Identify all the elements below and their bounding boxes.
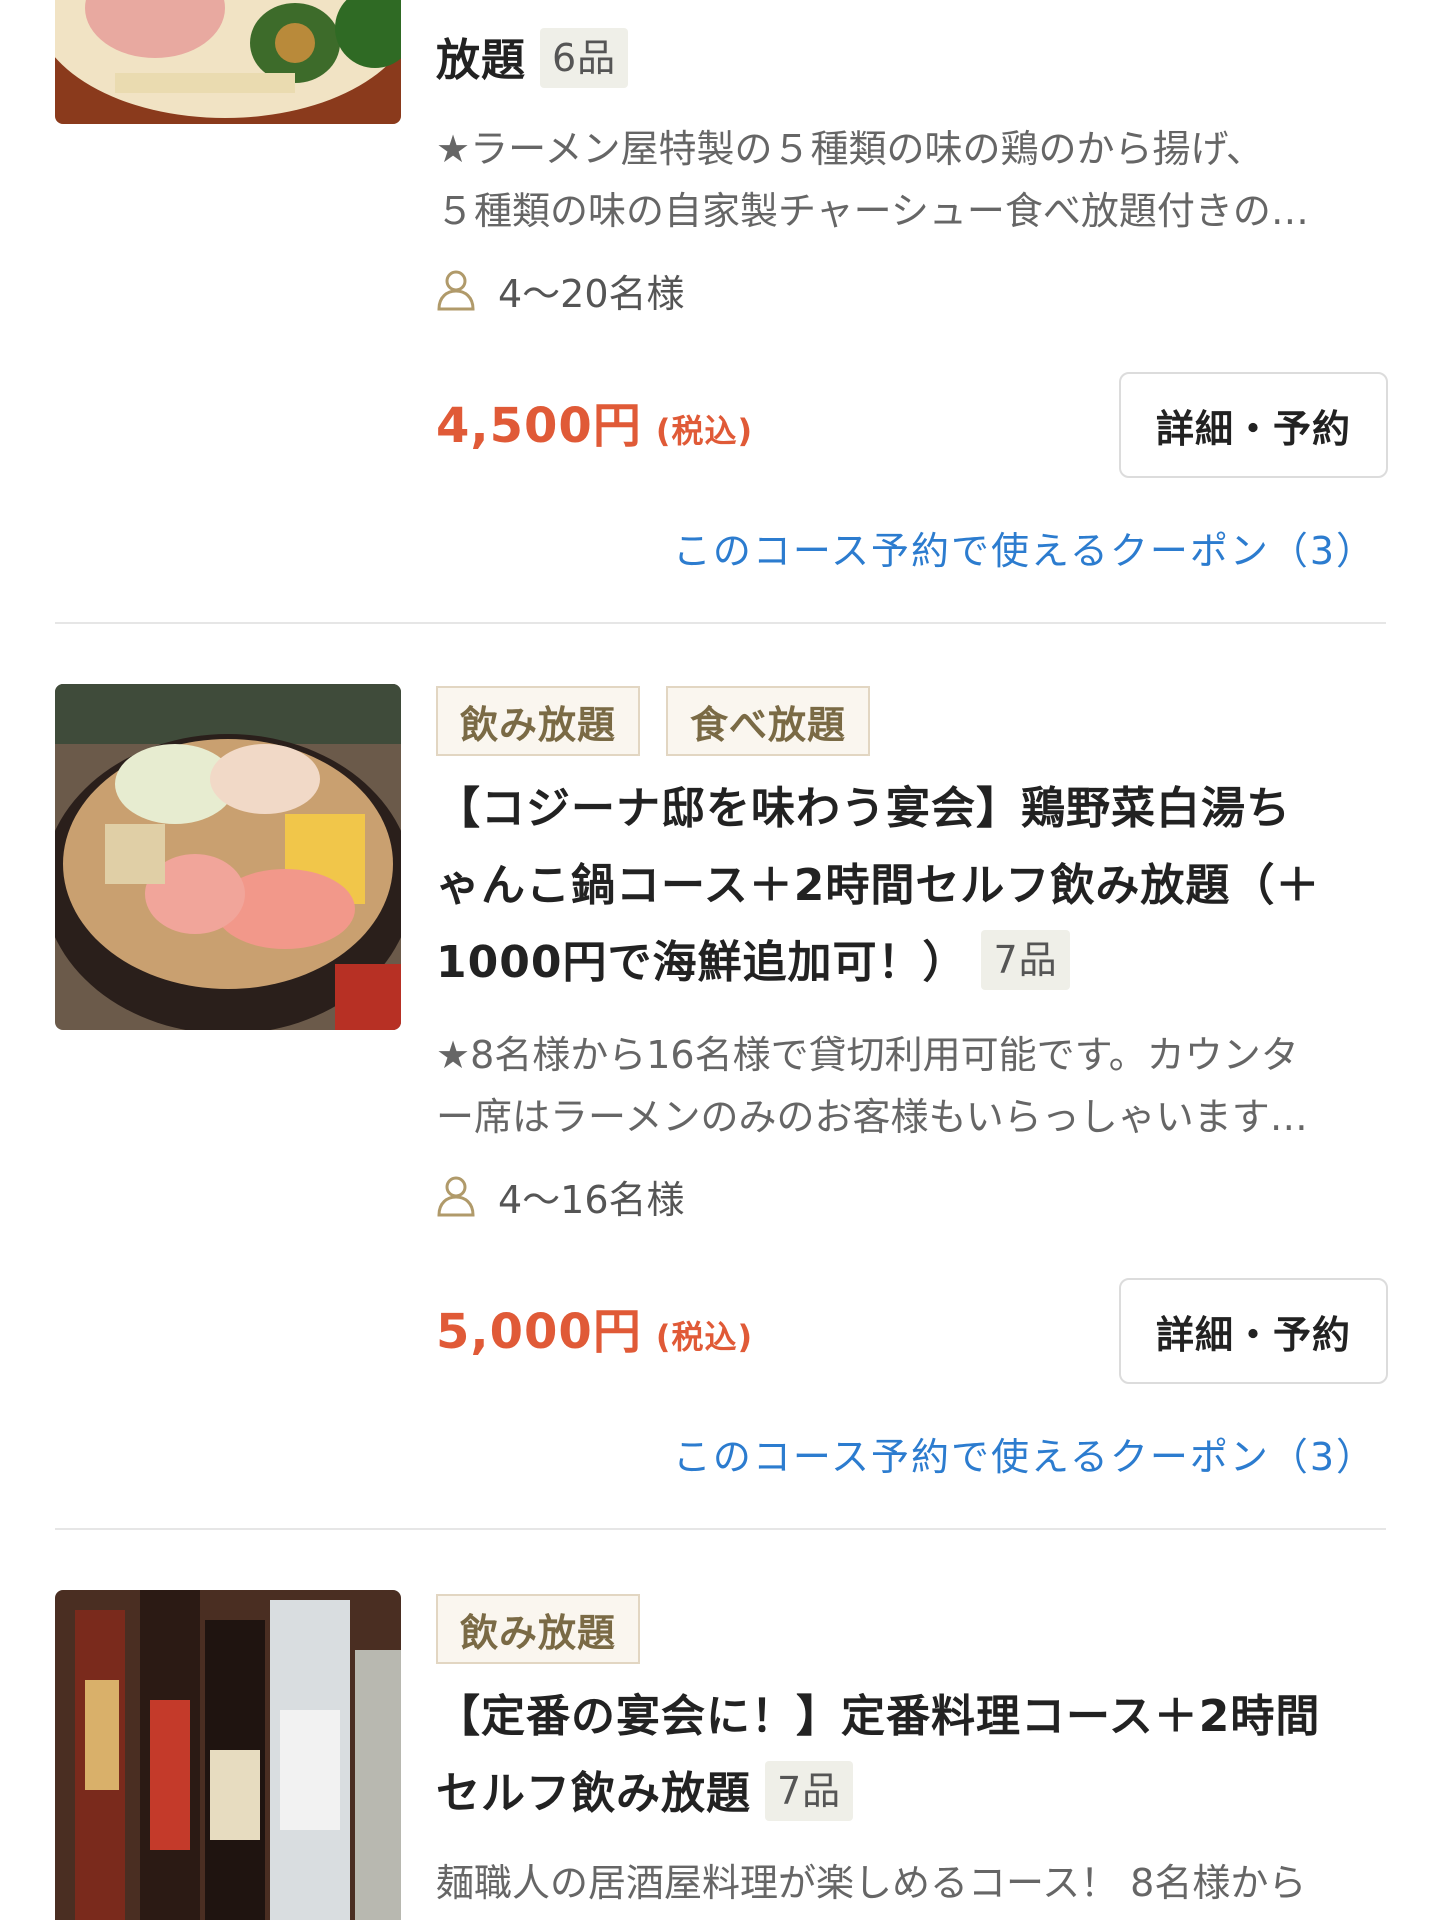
price: 5,000円 (税込) <box>436 1304 754 1360</box>
capacity-text: 4〜20名様 <box>498 271 685 316</box>
item-count-badge: 7品 <box>765 1761 854 1821</box>
course-list: 放題 6品 ★ラーメン屋特製の５種類の味の鶏のから揚げ、 ５種類の味の自家製チャー… <box>0 0 1440 1920</box>
detail-reserve-button[interactable]: 詳細・予約 <box>1119 1278 1388 1384</box>
coupon-link[interactable]: このコース予約で使えるクーポン（3） <box>673 1426 1376 1481</box>
person-icon <box>437 1176 475 1217</box>
course-description: ５種類の味の自家製チャーシュー食べ放題付きの… <box>436 189 1309 233</box>
divider <box>55 1528 1386 1530</box>
course-photo-chanko-nabe[interactable] <box>55 684 401 1030</box>
detail-reserve-button[interactable]: 詳細・予約 <box>1119 372 1388 478</box>
course-title[interactable]: 【コジーナ邸を味わう宴会】鶏野菜白湯ち ゃんこ鍋コース＋2時間セルフ飲み放題（＋… <box>436 770 1396 1001</box>
course-tags: 飲み放題 食べ放題 <box>436 686 871 756</box>
tag-food-all-you-can: 食べ放題 <box>666 686 871 756</box>
course-description: ★8名様から16名様で貸切利用可能です。カウンタ <box>436 1033 1299 1077</box>
tax-label: (税込) <box>655 1318 754 1356</box>
course-title[interactable]: 放題 6品 <box>436 22 629 99</box>
divider <box>55 622 1386 624</box>
course-photo-ramen[interactable] <box>55 0 401 124</box>
capacity-text: 4〜16名様 <box>498 1177 685 1222</box>
capacity-info: 4〜20名様 <box>436 260 685 320</box>
course-tags: 飲み放題 <box>436 1594 641 1664</box>
capacity-info: 4〜16名様 <box>436 1166 685 1226</box>
person-icon <box>437 270 475 311</box>
tag-drink-all-you-can: 飲み放題 <box>436 686 641 756</box>
course-description: ー席はラーメンのみのお客様もいらっしゃいます… <box>436 1095 1308 1139</box>
price-row: 4,500円 (税込) 詳細・予約 <box>436 372 1388 478</box>
coupon-link[interactable]: このコース予約で使えるクーポン（3） <box>673 520 1376 575</box>
item-count-badge: 7品 <box>981 930 1070 990</box>
course-description: 麺職人の居酒屋料理が楽しめるコース！ 8名様から <box>436 1861 1307 1905</box>
course-title[interactable]: 【定番の宴会に！】定番料理コース＋2時間 セルフ飲み放題 7品 <box>436 1678 1396 1832</box>
price-row: 5,000円 (税込) 詳細・予約 <box>436 1278 1388 1384</box>
course-description: ★ラーメン屋特製の５種類の味の鶏のから揚げ、 <box>436 127 1264 171</box>
price: 4,500円 (税込) <box>436 398 754 454</box>
course-photo-drinks[interactable] <box>55 1590 401 1920</box>
tag-drink-all-you-can: 飲み放題 <box>436 1594 641 1664</box>
item-count-badge: 6品 <box>540 28 629 88</box>
tax-label: (税込) <box>655 412 754 450</box>
